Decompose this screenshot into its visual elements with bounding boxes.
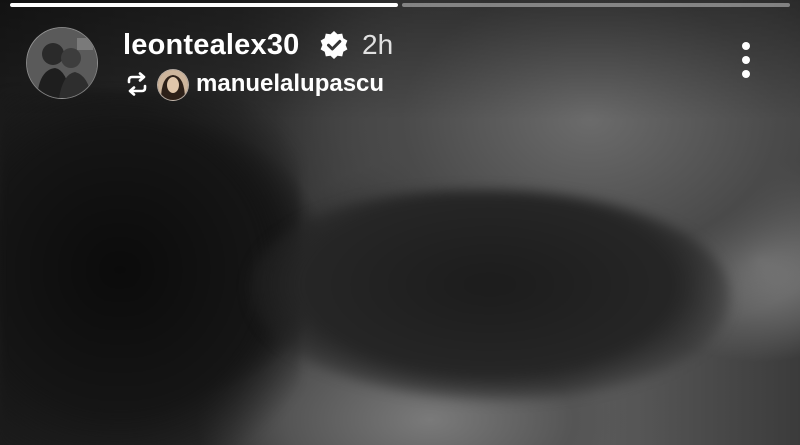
more-vertical-icon [742,42,750,50]
author-username[interactable]: leontealex30 [123,28,300,62]
progress-segment [402,3,790,7]
verified-badge-icon [320,31,348,59]
post-time: 2h [362,29,394,60]
photo-beard-shadow [250,190,730,400]
avatar-photo [27,28,97,98]
reposted-user-avatar[interactable] [157,69,189,101]
story-viewer[interactable]: leontealex30 2h manuelalupascu [0,0,800,445]
more-vertical-icon [742,56,750,64]
more-options-button[interactable] [728,40,764,80]
header-gradient [0,0,800,120]
story-progress-bar [10,3,790,7]
author-avatar[interactable] [26,27,98,99]
reposted-username[interactable]: manuelalupascu [196,69,384,99]
reposted-avatar-photo [158,70,188,100]
progress-segment [10,3,398,7]
repost-icon [127,72,147,96]
more-vertical-icon [742,70,750,78]
progress-fill [10,3,398,7]
